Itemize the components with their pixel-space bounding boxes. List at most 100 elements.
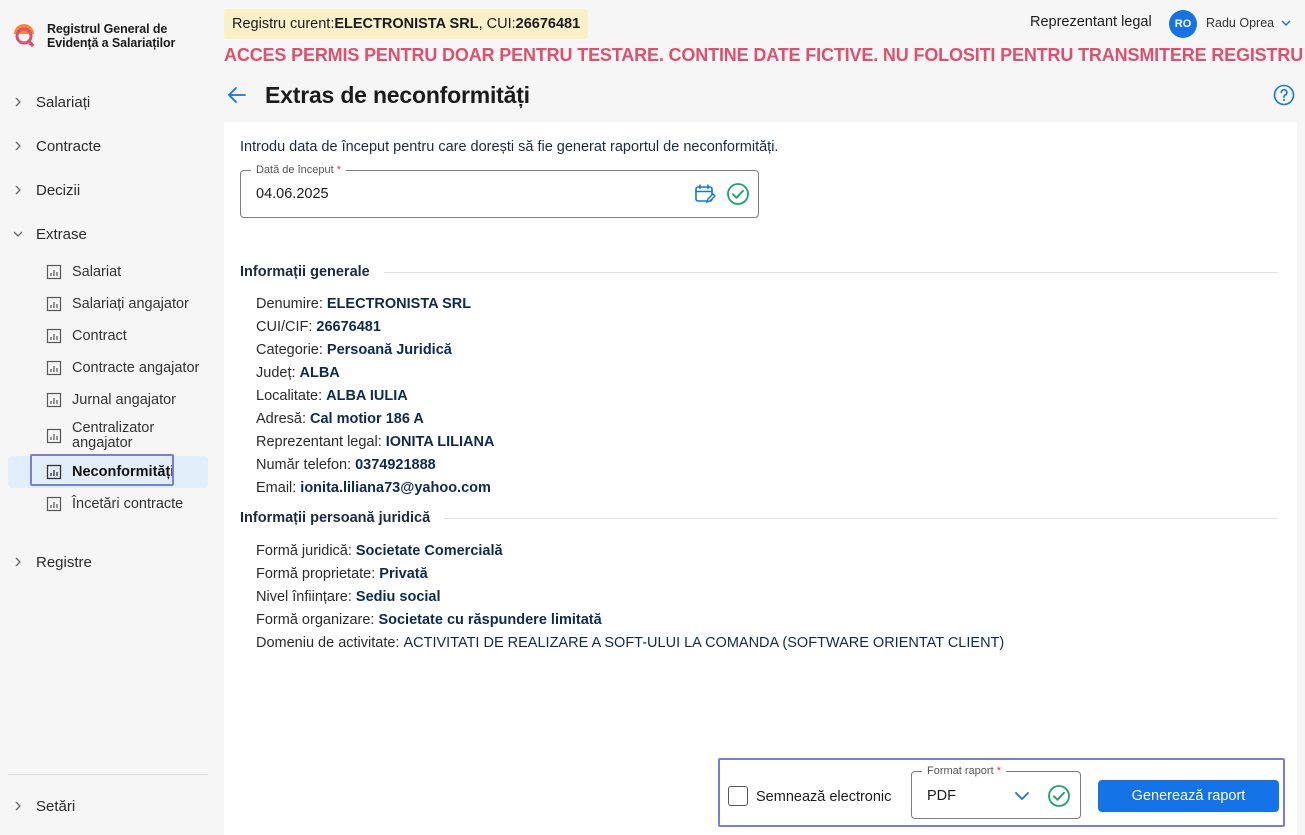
calendar-edit-icon[interactable] (694, 183, 716, 205)
sidebar-divider (8, 774, 208, 775)
sidebar-subitem-incetari-contracte[interactable]: Încetări contracte (8, 488, 208, 520)
report-icon (46, 360, 62, 376)
chevron-right-icon (12, 800, 24, 812)
info-row-categorie: Categorie: Persoană Juridică (256, 338, 495, 361)
info-row-localitate: Localitate: ALBA IULIA (256, 384, 495, 407)
sign-electronic-label[interactable]: Semnează electronic (756, 789, 891, 805)
report-icon (46, 464, 62, 480)
report-format-label-text: Format raport (927, 765, 994, 777)
sign-electronic-checkbox[interactable] (728, 786, 748, 806)
legal-info-list: Formă juridică: Societate Comercială Form… (256, 539, 1004, 654)
info-key: Email: (256, 479, 297, 496)
info-row-adresa: Adresă: Cal motior 186 A (256, 407, 495, 430)
legal-info-heading: Informații persoană juridică (240, 510, 1278, 526)
app-title-line1: Registrul General de (47, 22, 168, 36)
sidebar-subitem-label: Încetări contracte (72, 495, 184, 512)
general-info-heading: Informații generale (240, 264, 1278, 280)
page-title: Extras de neconformități (265, 82, 530, 108)
info-key: Localitate: (256, 387, 323, 404)
sidebar-item-contracte[interactable]: Contracte (0, 124, 216, 168)
info-value: Societate Comercială (355, 542, 503, 559)
user-name[interactable]: Radu Oprea (1206, 16, 1274, 30)
info-key: CUI/CIF: (256, 318, 313, 335)
report-icon (46, 496, 62, 512)
generate-report-button[interactable]: Generează raport (1098, 780, 1279, 812)
info-value: ALBA (299, 364, 340, 381)
sidebar-subitem-label: Centralizator angajator (72, 420, 155, 451)
info-value: Cal motior 186 A (309, 410, 424, 427)
report-icon (46, 264, 62, 280)
info-row-domeniu-activitate: Domeniu de activitate: ACTIVITATI DE REAL… (256, 631, 1004, 654)
cui-prefix: , CUI: (478, 16, 516, 32)
sidebar-item-label: Decizii (36, 181, 81, 199)
section-divider (444, 517, 1278, 519)
sidebar-subitem-label: Contract (72, 327, 127, 344)
main-card: Introdu data de început pentru care dore… (224, 122, 1297, 835)
info-value: Persoană Juridică (326, 341, 452, 358)
required-mark: * (996, 765, 1001, 777)
report-icon (46, 296, 62, 312)
sidebar-subitem-label: Salariați angajator (72, 295, 189, 312)
sidebar-subitem-centralizator-angajator[interactable]: Centralizator angajator (8, 416, 208, 456)
back-arrow-icon[interactable] (226, 84, 248, 106)
sidebar-nav: Salariați Contracte Decizii Extrase Sala… (0, 80, 216, 584)
registry-cui: 26676481 (515, 16, 581, 32)
info-row-forma-organizare: Formă organizare: Societate cu răspundere… (256, 608, 1004, 631)
sidebar-subitem-neconformitati[interactable]: Neconformități (8, 454, 208, 488)
info-key: Domeniu de activitate: (256, 634, 400, 651)
info-row-nivel-infiintare: Nivel înființare: Sediu social (256, 585, 1004, 608)
report-format-value: PDF (927, 788, 956, 804)
test-warning-banner: ACCES PERMIS PENTRU DOAR PENTRU TESTARE.… (224, 45, 1304, 65)
chevron-down-icon[interactable] (1013, 787, 1031, 805)
sidebar-subitem-jurnal-angajator[interactable]: Jurnal angajator (8, 384, 208, 416)
info-row-forma-juridica: Formă juridică: Societate Comercială (256, 539, 1004, 562)
sidebar-item-registre[interactable]: Registre (0, 540, 216, 584)
info-value: Societate cu răspundere limitată (378, 611, 602, 628)
info-key: Adresă: (256, 410, 306, 427)
chevron-right-icon (12, 184, 24, 196)
info-value: Sediu social (355, 588, 441, 605)
app-logo[interactable]: Registrul General de Evidență a Salariaț… (12, 22, 197, 50)
chevron-down-icon[interactable] (1280, 17, 1292, 29)
section-divider (383, 271, 1278, 273)
info-key: Număr telefon: (256, 456, 352, 473)
sidebar-subitem-label: Contracte angajator (72, 359, 200, 376)
chevron-right-icon (12, 556, 24, 568)
start-date-label: Dată de început * (251, 164, 347, 176)
report-actions-bar: Semnează electronic Format raport * PDF … (718, 758, 1285, 827)
check-circle-icon (727, 183, 749, 205)
app-title-line2: Evidență a Salariaților (47, 36, 176, 50)
info-row-forma-proprietate: Formă proprietate: Privată (256, 562, 1004, 585)
sidebar-subitem-label: Salariat (72, 263, 122, 280)
start-date-value[interactable]: 04.06.2025 (256, 186, 329, 202)
info-row-reprezentant: Reprezentant legal: IONITA LILIANA (256, 430, 495, 453)
avatar[interactable]: RO (1169, 10, 1197, 38)
info-row-denumire: Denumire: ELECTRONISTA SRL (256, 292, 495, 315)
info-value: IONITA LILIANA (385, 433, 495, 450)
sidebar-item-setari[interactable]: Setări (0, 784, 216, 828)
sidebar-subitem-salariati-angajator[interactable]: Salariați angajator (8, 288, 208, 320)
report-format-select[interactable]: Format raport * PDF (911, 765, 1081, 819)
info-key: Județ: (256, 364, 296, 381)
general-info-title: Informații generale (240, 264, 370, 280)
current-registry-badge: Registru curent: ELECTRONISTA SRL , CUI:… (224, 9, 589, 39)
info-key: Categorie: (256, 341, 323, 358)
sidebar-item-salariati[interactable]: Salariați (0, 80, 216, 124)
info-value: 0374921888 (355, 456, 436, 473)
sidebar: Registrul General de Evidență a Salariaț… (0, 0, 216, 835)
info-value: ionita.liliana73@yahoo.com (300, 479, 491, 496)
sidebar-item-label: Setări (36, 797, 76, 815)
sidebar-bottom-nav: Setări (0, 784, 216, 828)
start-date-field[interactable]: Dată de început * 04.06.2025 (240, 164, 759, 218)
sidebar-item-extrase[interactable]: Extrase (0, 212, 216, 256)
sidebar-item-decizii[interactable]: Decizii (0, 168, 216, 212)
sidebar-item-label: Registre (36, 553, 92, 571)
help-icon[interactable] (1273, 84, 1295, 106)
sidebar-subitem-contract[interactable]: Contract (8, 320, 208, 352)
sidebar-subitem-contracte-angajator[interactable]: Contracte angajator (8, 352, 208, 384)
required-mark: * (336, 164, 342, 176)
chevron-down-icon (12, 228, 24, 240)
info-value: ELECTRONISTA SRL (326, 295, 472, 312)
sidebar-subitem-salariat[interactable]: Salariat (8, 256, 208, 288)
logo-icon (12, 22, 38, 48)
